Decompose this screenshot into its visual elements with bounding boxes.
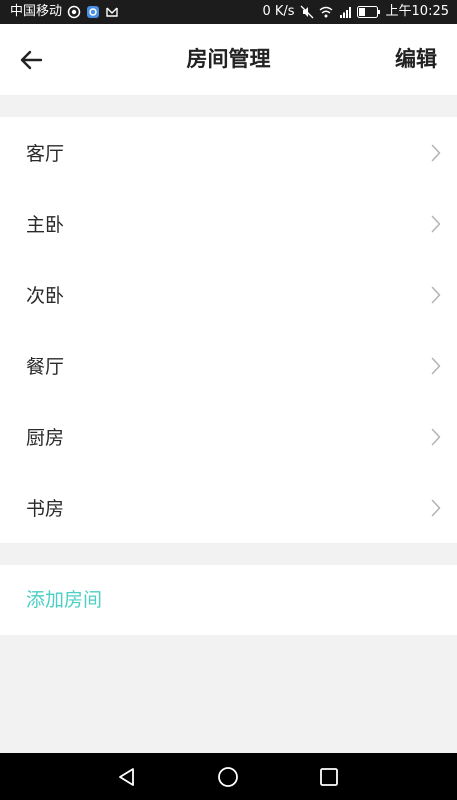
status-bar: 中国移动 0 K/s 上午10:25: [0, 0, 457, 24]
cellular-signal-icon: [338, 5, 352, 19]
chevron-right-icon: [431, 144, 441, 162]
add-room-button[interactable]: 添加房间: [26, 565, 102, 635]
nav-home-button[interactable]: [217, 766, 239, 788]
battery-icon: [356, 5, 381, 19]
carrier-name: 中国移动: [10, 4, 63, 19]
wifi-icon: [319, 5, 333, 19]
room-item-label: 客厅: [26, 143, 65, 165]
clock: 上午10:25: [385, 4, 449, 19]
chevron-right-icon: [431, 357, 441, 375]
nav-recents-button[interactable]: [318, 766, 340, 788]
status-left: 中国移动: [10, 0, 119, 24]
page-title: 房间管理: [186, 47, 271, 71]
system-nav-bar: [0, 753, 457, 800]
room-item-kitchen[interactable]: 厨房: [0, 401, 457, 472]
status-right: 0 K/s 上午10:25: [262, 0, 449, 24]
app-notification-icon: [86, 5, 100, 19]
room-item-dining-room[interactable]: 餐厅: [0, 330, 457, 401]
room-item-label: 主卧: [26, 214, 65, 236]
square-recents-icon: [320, 768, 338, 786]
room-item-label: 书房: [26, 498, 65, 520]
chevron-right-icon: [431, 428, 441, 446]
room-item-study[interactable]: 书房: [0, 472, 457, 543]
chevron-right-icon: [431, 215, 441, 233]
triangle-back-icon: [119, 768, 134, 786]
app-header: 房间管理 编辑: [0, 24, 457, 95]
add-room-section: 添加房间: [0, 565, 457, 635]
room-item-label: 次卧: [26, 285, 65, 307]
room-item-label: 厨房: [26, 427, 65, 449]
network-speed: 0 K/s: [262, 4, 295, 19]
back-arrow-icon: [20, 50, 43, 70]
chevron-right-icon: [431, 286, 441, 304]
back-button[interactable]: [16, 47, 46, 73]
room-list: 客厅 主卧 次卧 餐厅 厨房 书房: [0, 117, 457, 543]
location-icon: [67, 5, 81, 19]
message-notification-icon: [105, 5, 119, 19]
chevron-right-icon: [431, 499, 441, 517]
nav-back-button[interactable]: [116, 766, 138, 788]
room-item-label: 餐厅: [26, 356, 65, 378]
room-item-master-bedroom[interactable]: 主卧: [0, 188, 457, 259]
room-item-second-bedroom[interactable]: 次卧: [0, 259, 457, 330]
mute-icon: [300, 5, 314, 19]
circle-home-icon: [218, 767, 238, 787]
edit-button[interactable]: 编辑: [395, 24, 437, 95]
room-item-living-room[interactable]: 客厅: [0, 117, 457, 188]
